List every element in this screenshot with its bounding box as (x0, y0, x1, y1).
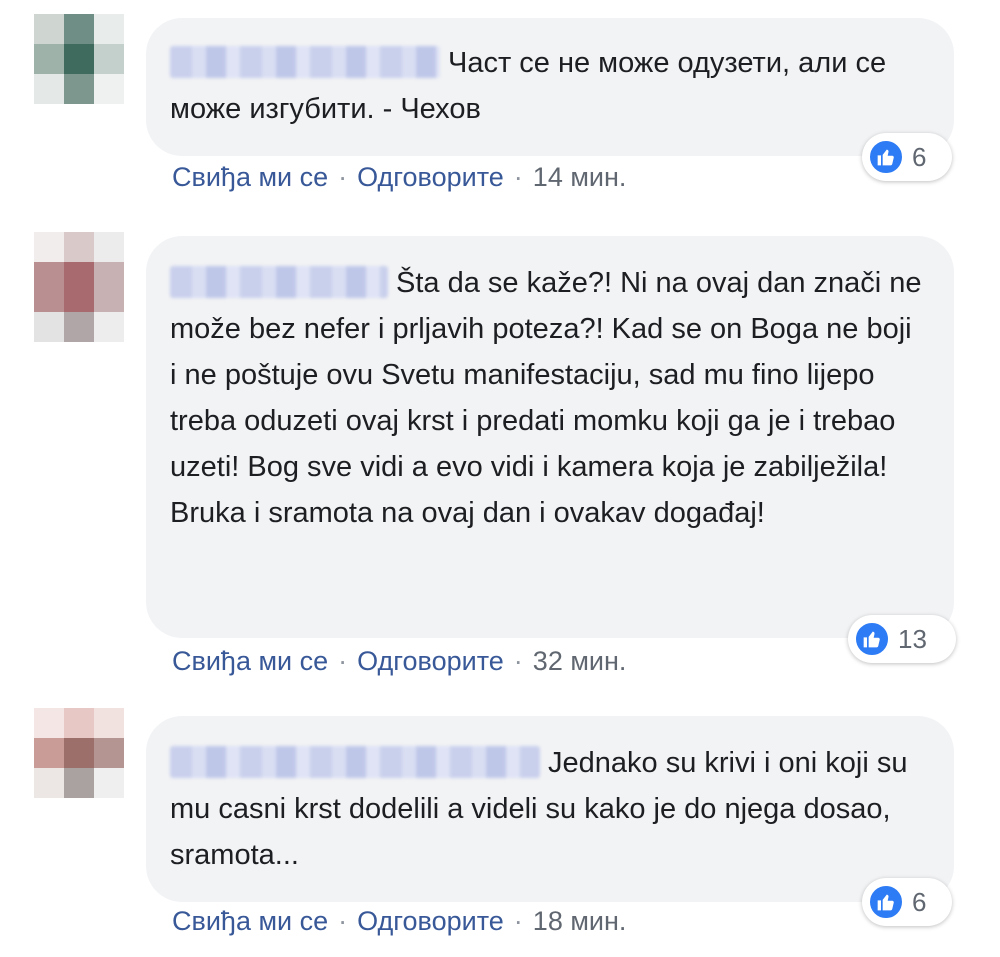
comment-text: Šta da se kaže?! Ni na ovaj dan znači ne… (170, 267, 922, 529)
comment-actions: Свиђа ми се · Одговорите · 14 мин. (172, 162, 626, 193)
thumbs-up-icon (868, 139, 904, 175)
comment-bubble: Šta da se kaže?! Ni na ovaj dan znači ne… (146, 236, 954, 638)
reaction-count: 13 (898, 623, 927, 654)
reply-link[interactable]: Одговорите (357, 646, 504, 676)
avatar[interactable] (34, 14, 124, 104)
comment-bubble: Jednako su krivi i oni koji su mu casni … (146, 716, 954, 902)
separator: · (513, 906, 523, 936)
reactions-badge[interactable]: 13 (848, 615, 956, 663)
separator: · (513, 162, 523, 192)
author-name[interactable] (170, 746, 540, 778)
thumbs-up-icon (854, 621, 890, 657)
comment-bubble: Част се не може одузети, али се може изг… (146, 18, 954, 156)
thumbs-up-icon (868, 884, 904, 920)
timestamp[interactable]: 32 мин. (533, 646, 627, 676)
timestamp[interactable]: 14 мин. (533, 162, 627, 192)
author-name[interactable] (170, 266, 388, 298)
reply-link[interactable]: Одговорите (357, 906, 504, 936)
like-link[interactable]: Свиђа ми се (172, 906, 328, 936)
like-link[interactable]: Свиђа ми се (172, 162, 328, 192)
reactions-badge[interactable]: 6 (862, 878, 952, 926)
reply-link[interactable]: Одговорите (357, 162, 504, 192)
avatar[interactable] (34, 232, 124, 342)
comment-actions: Свиђа ми се · Одговорите · 32 мин. (172, 646, 626, 677)
separator: · (338, 906, 348, 936)
separator: · (513, 646, 523, 676)
like-link[interactable]: Свиђа ми се (172, 646, 328, 676)
separator: · (338, 646, 348, 676)
timestamp[interactable]: 18 мин. (533, 906, 627, 936)
reactions-badge[interactable]: 6 (862, 133, 952, 181)
reaction-count: 6 (912, 886, 927, 917)
reaction-count: 6 (912, 141, 927, 172)
author-name[interactable] (170, 46, 440, 78)
comment-actions: Свиђа ми се · Одговорите · 18 мин. (172, 906, 626, 937)
separator: · (338, 162, 348, 192)
avatar[interactable] (34, 708, 124, 798)
